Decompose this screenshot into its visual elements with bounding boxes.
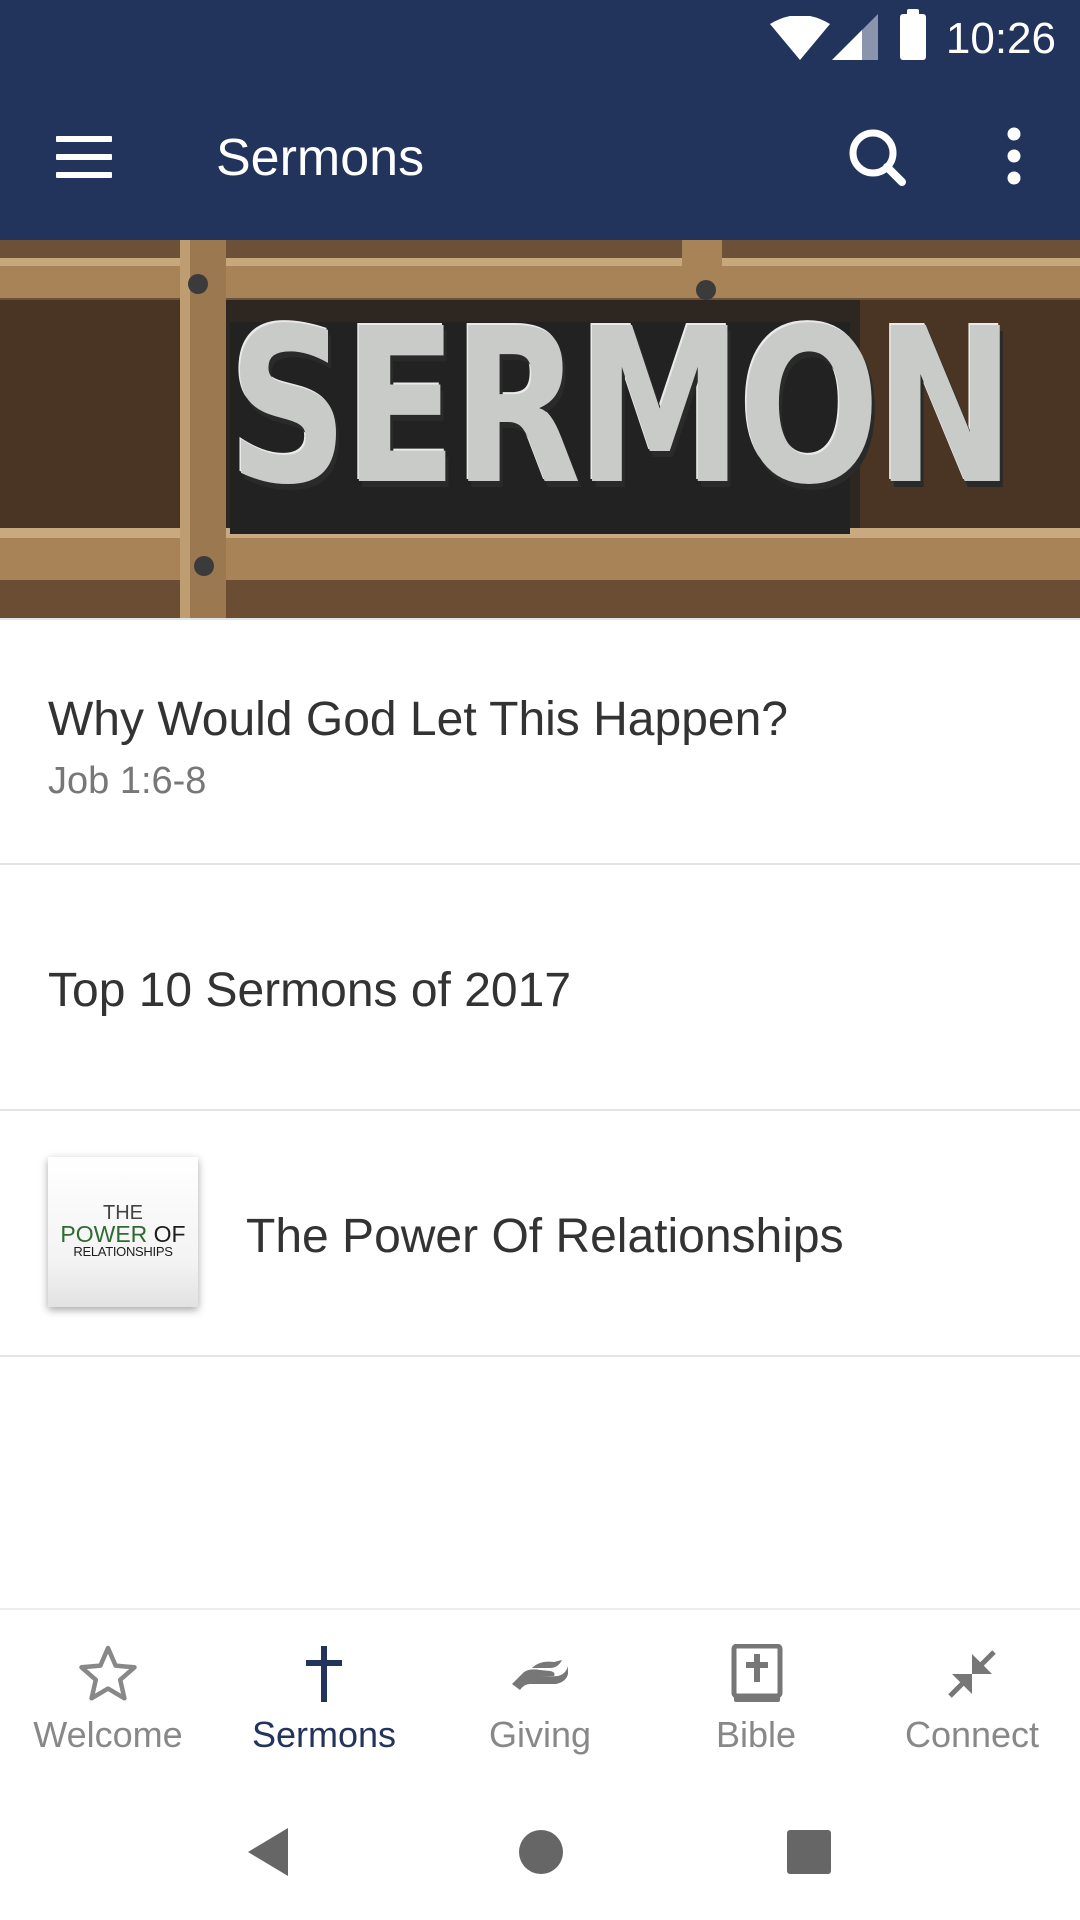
menu-button[interactable] [40,122,130,192]
search-icon [849,129,906,186]
list-item[interactable]: THE POWER OF RELATIONSHIPS The Power Of … [0,1111,1080,1357]
list-item-title: Why Would God Let This Happen? [48,693,788,746]
status-time: 10:26 [945,14,1056,63]
list-item-subtitle: Job 1:6-8 [48,760,207,802]
tab-label: Bible [715,1714,797,1755]
tab-bible[interactable]: Bible [648,1610,864,1786]
list-item-title: The Power Of Relationships [246,1210,844,1263]
more-vert-icon [1007,127,1021,185]
bottom-navigation: Welcome Sermons Giving Bible Connect [0,1608,1080,1786]
series-thumbnail: THE POWER OF RELATIONSHIPS [48,1157,198,1307]
tab-label: Connect [904,1714,1040,1755]
home-button[interactable] [506,1816,576,1886]
tab-welcome[interactable]: Welcome [0,1610,216,1786]
thumbnail-text-line2: POWER OF [48,1223,198,1246]
system-navigation-bar [0,1786,1080,1920]
tab-giving[interactable]: Giving [432,1610,648,1786]
tab-label: Sermons [251,1714,397,1755]
hero-image-text: SERMON [228,283,1015,532]
page-title: Sermons [216,129,425,187]
back-button[interactable] [236,1816,306,1886]
tab-sermons[interactable]: Sermons [216,1610,432,1786]
wifi-icon [770,16,830,60]
tab-label: Giving [488,1714,592,1755]
home-icon [519,1830,563,1874]
connect-arrows-icon [948,1650,996,1698]
signal-icon [832,14,878,60]
app-bar: Sermons [0,76,1080,240]
sermon-list: Why Would God Let This Happen? Job 1:6-8… [0,618,1080,1357]
recents-button[interactable] [775,1816,845,1886]
cross-icon [306,1646,342,1702]
hero-banner: SERMON [0,240,1080,618]
thumbnail-text-line1: THE [103,1202,143,1224]
search-button[interactable] [840,120,916,196]
back-icon [248,1828,288,1876]
more-options-button[interactable] [990,116,1040,200]
list-item[interactable]: Why Would God Let This Happen? Job 1:6-8 [0,618,1080,865]
thumbnail-text-line3: RELATIONSHIPS [73,1244,173,1259]
star-icon [79,1645,137,1701]
status-bar: 10:26 [0,0,1080,76]
giving-hand-icon [512,1660,568,1690]
bible-icon [731,1644,783,1702]
list-item-title: Top 10 Sermons of 2017 [48,964,572,1017]
list-item[interactable]: Top 10 Sermons of 2017 [0,865,1080,1111]
tab-connect[interactable]: Connect [864,1610,1080,1786]
tab-label: Welcome [33,1714,183,1755]
battery-icon [900,9,926,60]
recents-icon [787,1830,831,1874]
